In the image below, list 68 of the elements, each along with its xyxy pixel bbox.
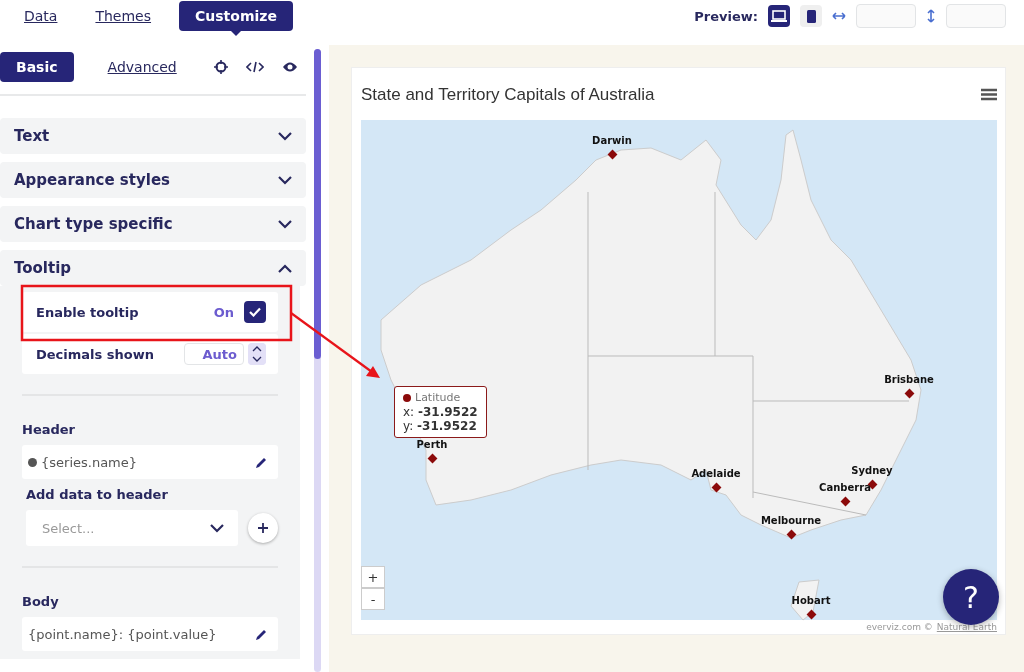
- pencil-icon[interactable]: [255, 455, 268, 469]
- section-header[interactable]: Text: [0, 118, 306, 154]
- dot-icon: [28, 457, 37, 467]
- text-field[interactable]: {point.name}: {point.value}: [22, 617, 278, 651]
- nav-tab[interactable]: Themes: [85, 1, 162, 31]
- city-marker[interactable]: [806, 610, 817, 620]
- width-field[interactable]: [856, 4, 916, 28]
- city-label: Darwin: [592, 135, 632, 147]
- nav-tab[interactable]: Customize: [179, 1, 293, 31]
- city-label: Melbourne: [760, 515, 822, 527]
- section-header[interactable]: Tooltip: [0, 250, 306, 286]
- city-label: Adelaide: [691, 468, 741, 480]
- nav-tab[interactable]: Data: [14, 1, 68, 31]
- horizontal-arrows-icon: [832, 11, 846, 21]
- city-label: Perth: [416, 439, 448, 451]
- vertical-arrows-icon: [926, 9, 936, 23]
- code-icon[interactable]: [246, 61, 264, 73]
- city-marker[interactable]: [427, 454, 438, 464]
- plus-icon: [257, 522, 269, 534]
- tooltip-value: x: -31.9522: [403, 405, 478, 420]
- credit-text: everviz.com ©: [866, 622, 933, 632]
- laptop-icon: [771, 10, 787, 22]
- chevron-icon: [278, 175, 292, 185]
- chevron-icon: [278, 219, 292, 229]
- crosshair-icon[interactable]: [214, 60, 228, 74]
- zoom-button[interactable]: +: [361, 566, 385, 588]
- section-header[interactable]: Chart type specific: [0, 206, 306, 242]
- chart-title: State and Territory Capitals of Australia: [361, 84, 655, 105]
- city-marker[interactable]: [607, 150, 618, 160]
- city-label: Canberra: [819, 482, 871, 494]
- scrollbar[interactable]: [314, 49, 321, 672]
- section-header[interactable]: Appearance styles: [0, 162, 306, 198]
- chevron-icon: [210, 523, 224, 533]
- city-label: Brisbane: [884, 374, 934, 386]
- field-label: Add data to header: [26, 487, 169, 502]
- setting-label: Decimals shown: [36, 346, 155, 362]
- mode-tab[interactable]: Basic: [0, 52, 74, 82]
- menu-icon[interactable]: [981, 88, 997, 102]
- city-marker[interactable]: [711, 483, 722, 493]
- city-label: Sydney: [851, 465, 893, 477]
- pencil-icon[interactable]: [255, 627, 268, 641]
- text-field[interactable]: {series.name}: [22, 445, 278, 479]
- height-field[interactable]: [946, 4, 1006, 28]
- checkmark-icon: [249, 307, 261, 317]
- mode-tab[interactable]: Advanced: [91, 52, 193, 82]
- device-button[interactable]: [800, 5, 822, 27]
- field-label: Body: [22, 594, 60, 609]
- zoom-button[interactable]: -: [361, 588, 385, 610]
- field-label: Header: [22, 422, 76, 437]
- number-field[interactable]: Auto: [184, 343, 244, 365]
- preview-label: Preview:: [694, 8, 758, 24]
- tab-pointer-icon: [231, 31, 241, 36]
- setting-label: Enable tooltip: [36, 304, 140, 320]
- city-marker[interactable]: [840, 497, 851, 507]
- eye-icon[interactable]: [282, 61, 298, 73]
- add-button[interactable]: [248, 513, 278, 543]
- checkbox[interactable]: [244, 301, 266, 323]
- city-marker[interactable]: [786, 530, 797, 540]
- tooltip-value: y: -31.9522: [403, 419, 478, 434]
- series-dot-icon: [403, 394, 411, 403]
- device-button[interactable]: [768, 5, 790, 27]
- phone-icon: [806, 9, 816, 23]
- chevron-icon: [278, 263, 292, 273]
- city-marker[interactable]: [904, 389, 915, 399]
- state-label: On: [213, 304, 234, 320]
- series-name: Latitude: [415, 391, 461, 406]
- city-label: Hobart: [791, 595, 831, 607]
- chevron-icon: [278, 131, 292, 141]
